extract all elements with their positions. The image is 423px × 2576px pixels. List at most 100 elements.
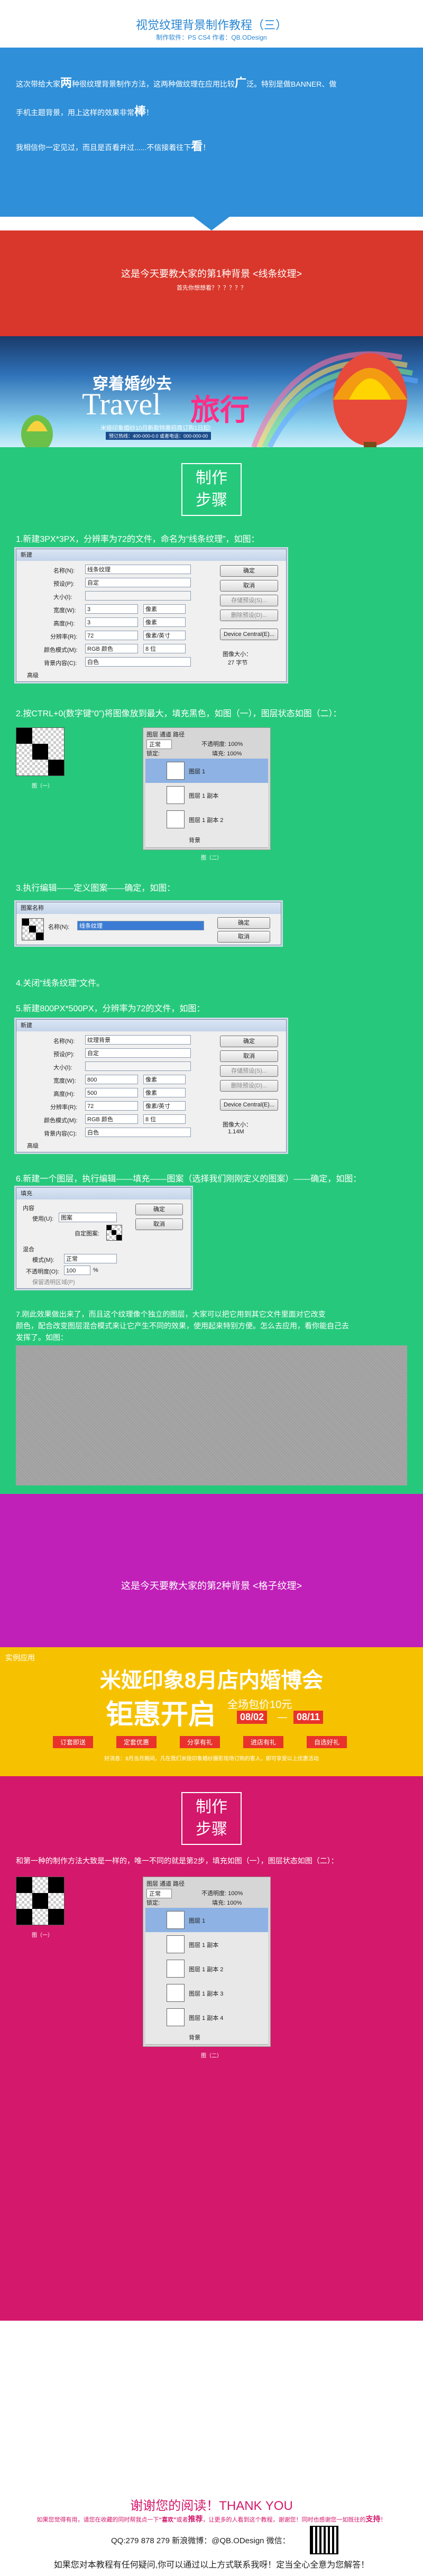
delete-preset-button[interactable]: 删除预设(D)...	[220, 1080, 278, 1092]
layer-row[interactable]: 图层 1 副本	[145, 783, 268, 808]
height-input[interactable]: 3	[85, 617, 138, 627]
height-label: 高度(H):	[53, 621, 75, 627]
layers-panel-1[interactable]: 图层 通道 路径 正常 不透明度: 100% 锁定: 填充: 100% 图层 1…	[143, 727, 271, 850]
preset-select[interactable]: 自定	[85, 1048, 191, 1058]
opacity-input[interactable]: 100	[64, 1266, 90, 1275]
res-input[interactable]: 72	[85, 631, 138, 640]
layer-row[interactable]: 图层 1 副本 2	[145, 807, 268, 832]
example-tag: 实例应用	[5, 1654, 35, 1662]
ok-button[interactable]: 确定	[220, 565, 278, 577]
size-select[interactable]	[85, 1061, 191, 1071]
res-unit-select[interactable]: 像素/英寸	[143, 1101, 186, 1111]
layers-tabs[interactable]: 图层 通道 路径	[146, 1879, 185, 1888]
ok-button[interactable]: 确定	[135, 1204, 183, 1215]
width-input[interactable]: 800	[85, 1075, 138, 1084]
pixel-preview-2	[16, 1877, 65, 1925]
layer-row[interactable]: 背景	[145, 832, 268, 848]
layer-row[interactable]: 背景	[145, 2029, 268, 2045]
layer-name: 图层 1 副本 3	[189, 1991, 224, 1997]
save-preset-button[interactable]: 存储预设(S)...	[220, 1065, 278, 1077]
layer-row[interactable]: 图层 1 副本 2	[145, 1956, 268, 1981]
bg-select[interactable]: 白色	[85, 657, 191, 667]
width-unit-select[interactable]: 像素	[143, 604, 186, 614]
mode-select[interactable]: 正常	[64, 1254, 117, 1263]
image-size-value: 1.14M	[228, 1129, 244, 1135]
layer-row[interactable]: 图层 1 副本 4	[145, 2005, 268, 2030]
mode-label: 模式(M):	[32, 1257, 54, 1263]
res-input[interactable]: 72	[85, 1101, 138, 1111]
contact-line: QQ:279 878 279 新浪微博：@QB.ODesign 微信：	[111, 2536, 290, 2545]
use-label: 使用(U):	[32, 1216, 54, 1222]
layer-row[interactable]: 图层 1 副本 3	[145, 1981, 268, 2006]
width-input[interactable]: 3	[85, 604, 138, 614]
size-select[interactable]	[85, 591, 191, 601]
mode-select[interactable]: RGB 颜色	[85, 644, 138, 653]
height-input[interactable]: 500	[85, 1088, 138, 1097]
layer-row[interactable]: 图层 1	[145, 1908, 268, 1933]
qr-code	[310, 2526, 338, 2554]
bits-select[interactable]: 8 位	[143, 644, 186, 653]
opacity[interactable]: 不透明度: 100%	[201, 740, 243, 748]
layer-row[interactable]: 图层 1 副本	[145, 1932, 268, 1957]
width-unit-select[interactable]: 像素	[143, 1075, 186, 1084]
fill[interactable]: 填充: 100%	[212, 1898, 242, 1907]
ok-button[interactable]: 确定	[220, 1036, 278, 1047]
intro-text: 泛。特别是做BANNER、做	[246, 80, 337, 88]
cancel-button[interactable]: 取消	[220, 580, 278, 592]
device-central-button[interactable]: Device Central(E)...	[220, 629, 278, 640]
promo-badge: 订套即送	[53, 1736, 94, 1748]
height-unit-select[interactable]: 像素	[143, 1088, 186, 1097]
layers-tabs[interactable]: 图层 通道 路径	[146, 730, 185, 738]
pattern-name-dialog[interactable]: 图案名称 名称(N): 线条纹理 确定 取消	[16, 902, 281, 945]
new-file-dialog-2[interactable]: 新建 名称(N): 纹理背景 预设(P): 自定 大小(I): 宽度(W): 8…	[16, 1019, 287, 1152]
pixel-black	[16, 1909, 32, 1925]
preserve-transparency-checkbox[interactable]: 保留透明区域(P)	[32, 1278, 75, 1286]
blend-mode[interactable]: 正常	[146, 1889, 172, 1898]
fig-one-label: 图（一）	[32, 783, 53, 789]
height-unit-select[interactable]: 像素	[143, 617, 186, 627]
promo-badge: 自选好礼	[307, 1736, 347, 1748]
advanced-toggle[interactable]: 高级	[27, 671, 39, 679]
fill-dialog[interactable]: 填充 内容 使用(U): 图案 自定图案: 混合 模式(M): 正常 不透明度(…	[16, 1187, 191, 1289]
save-preset-button[interactable]: 存储预设(S)...	[220, 595, 278, 606]
opacity[interactable]: 不透明度: 100%	[201, 1889, 243, 1897]
size-label: 大小(I):	[53, 594, 72, 601]
layer-thumbnail	[167, 810, 185, 828]
fill[interactable]: 填充: 100%	[212, 749, 242, 758]
delete-preset-button[interactable]: 删除预设(D)...	[220, 610, 278, 621]
pattern-name-input[interactable]: 线条纹理	[77, 921, 204, 930]
intro-emphasis: 棒	[134, 105, 146, 118]
new-file-dialog-1[interactable]: 新建 名称(N): 线条纹理 预设(P): 自定 大小(I): 宽度(W): 3…	[16, 549, 287, 682]
blend-mode[interactable]: 正常	[146, 740, 172, 749]
bg-select[interactable]: 白色	[85, 1128, 191, 1137]
footer-text: ，让更多的人看到这个教程，谢谢您！同时也感谢您一	[203, 2517, 343, 2523]
width-label: 宽度(W):	[53, 607, 76, 614]
use-select[interactable]: 图案	[59, 1213, 117, 1222]
chevron-down-icon	[194, 217, 229, 230]
bg-label: 背景内容(C):	[44, 660, 77, 667]
date-start: 08/02	[237, 1711, 268, 1724]
name-input[interactable]: 线条纹理	[85, 565, 191, 574]
custom-pattern-swatch[interactable]	[106, 1225, 122, 1241]
cancel-button[interactable]: 取消	[217, 931, 270, 943]
device-central-button[interactable]: Device Central(E)...	[220, 1099, 278, 1111]
mode-select[interactable]: RGB 颜色	[85, 1114, 138, 1124]
bits-select[interactable]: 8 位	[143, 1114, 186, 1124]
layer-row[interactable]: 图层 1	[145, 759, 268, 783]
footer: 谢谢您的阅读！THANK YOU 如果您觉得有用，请您在收藏的同时帮我点一下“喜…	[0, 2321, 423, 2576]
preset-select[interactable]: 自定	[85, 578, 191, 587]
layers-panel-2[interactable]: 图层 通道 路径 正常 不透明度: 100% 锁定: 填充: 100% 图层 1…	[143, 1877, 271, 2047]
name-input[interactable]: 纹理背景	[85, 1035, 191, 1045]
step-6-text: 6.新建一个图层，执行编辑——填充——图案（选择我们刚刚定义的图案）——确定，如…	[16, 1175, 362, 1184]
advanced-toggle[interactable]: 高级	[27, 1141, 39, 1150]
ok-button[interactable]: 确定	[217, 917, 270, 929]
footer-line-1: 如果您觉得有用，请您在收藏的同时帮我点一下“喜欢”或者推荐，让更多的人看到这个教…	[0, 2514, 423, 2524]
red-section: 这是今天要教大家的第1种背景 <线条纹理> 首先你想想看？？？？？？	[0, 230, 423, 336]
pixel-black	[32, 1893, 48, 1909]
banner-line-1: 米娅印象婚纱10月新款特惠招商订购1日起!	[100, 425, 211, 431]
section-sub-1: 首先你想想看？？？？？？	[177, 285, 246, 291]
cancel-button[interactable]: 取消	[220, 1050, 278, 1062]
res-unit-select[interactable]: 像素/英寸	[143, 631, 186, 640]
cancel-button[interactable]: 取消	[135, 1218, 183, 1230]
banner-travel: 穿着婚纱去 Travel 旅行 米娅印象婚纱10月新款特惠招商订购1日起! 预订…	[0, 336, 423, 447]
